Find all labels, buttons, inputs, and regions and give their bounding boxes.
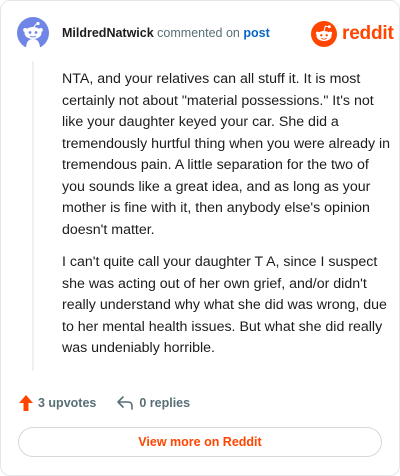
post-link[interactable]: post — [243, 26, 269, 40]
avatar[interactable] — [17, 17, 49, 49]
replies-count: 0 replies — [139, 396, 191, 410]
username-link[interactable]: MildredNatwick — [62, 26, 154, 40]
upvote-button[interactable]: 3 upvotes — [18, 394, 96, 412]
upvote-arrow-icon — [19, 395, 33, 411]
reddit-logo[interactable]: reddit — [311, 21, 394, 47]
reddit-wordmark: reddit — [342, 23, 394, 44]
reddit-logo-icon — [311, 21, 337, 47]
reply-arrow-icon — [117, 396, 134, 410]
comment-body: NTA, and your relatives can all stuff it… — [62, 69, 392, 371]
comment-embed-card: MildredNatwick commented on post reddit … — [0, 0, 400, 476]
view-more-button[interactable]: View more on Reddit — [18, 427, 382, 457]
replies-button[interactable]: 0 replies — [116, 395, 190, 411]
upvotes-count: 3 upvotes — [38, 396, 97, 410]
commented-on-text: commented on — [157, 26, 240, 40]
comment-actions: 3 upvotes 0 replies — [18, 394, 190, 412]
comment-paragraph: I can't quite call your daughter T A, si… — [62, 254, 387, 356]
comment-header: MildredNatwick commented on post — [62, 25, 270, 41]
thread-line — [32, 61, 34, 371]
comment-paragraph: NTA, and your relatives can all stuff it… — [62, 71, 391, 238]
snoo-avatar-icon — [17, 17, 49, 49]
